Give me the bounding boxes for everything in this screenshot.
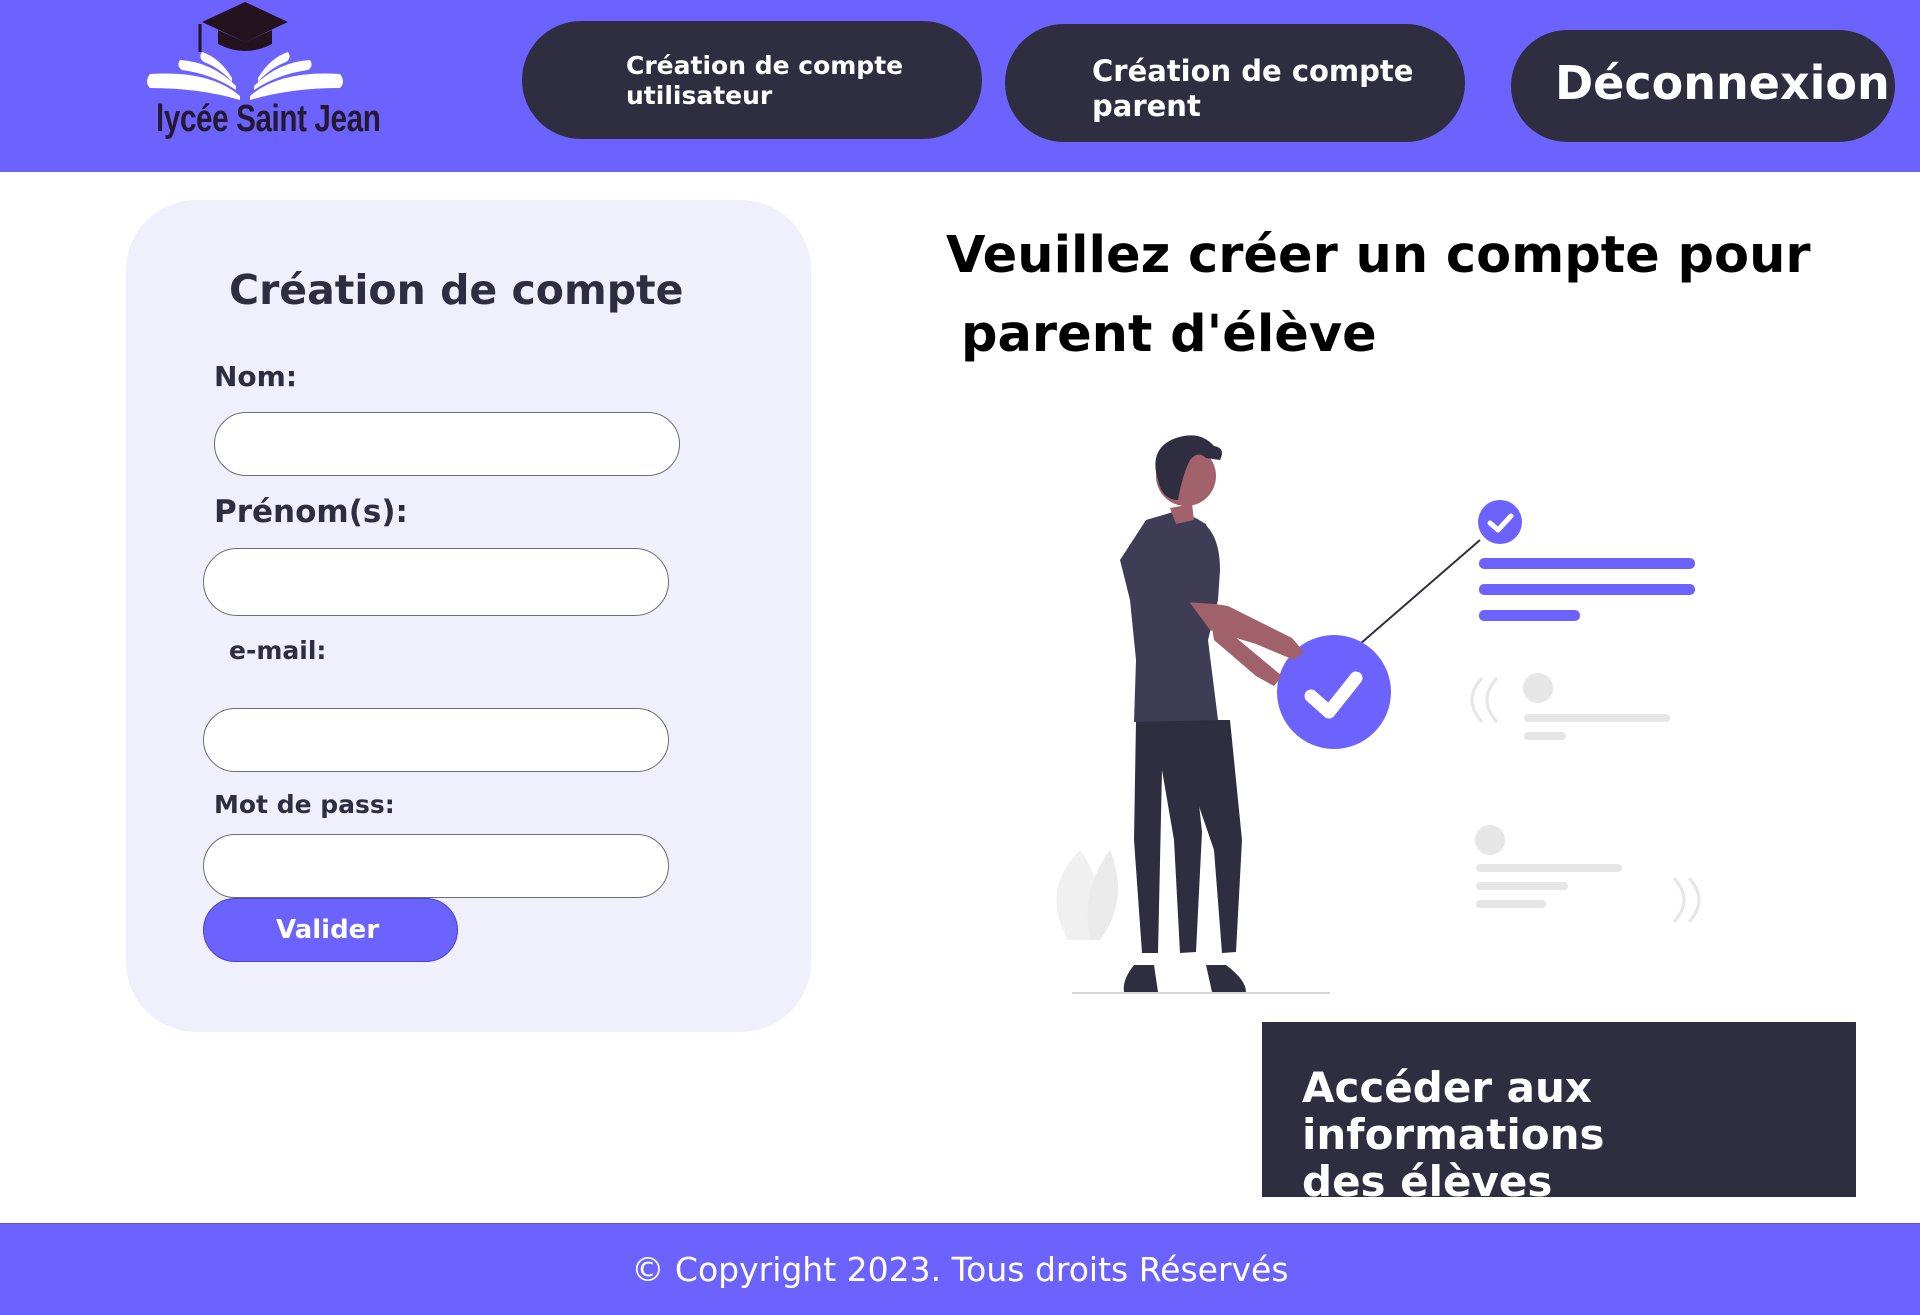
footer: © Copyright 2023. Tous droits Réservés [0,1223,1920,1315]
logo-text: lycée Saint Jean [156,98,381,140]
create-user-account-button[interactable]: Création de compte utilisateur [522,21,982,139]
validate-label: Valider [276,915,380,945]
copyright-text: © Copyright 2023. Tous droits Réservés [631,1250,1289,1289]
password-input[interactable] [203,834,669,898]
access-student-info-label: Accéder aux informations des élèves [1302,1063,1605,1206]
nom-label: Nom: [214,360,298,393]
logout-label: Déconnexion [1555,56,1890,110]
password-label: Mot de pass: [214,790,395,819]
prenom-input[interactable] [203,548,669,616]
nom-input[interactable] [214,412,680,476]
page-heading-line-2: parent d'élève [961,305,1377,364]
page-heading-line-1: Veuillez créer un compte pour [946,226,1811,285]
create-parent-account-label: Création de compte parent [1092,54,1414,123]
email-label: e-mail: [229,636,327,665]
check-badge-small [1478,500,1522,544]
form-title: Création de compte [229,266,684,314]
email-input[interactable] [203,708,669,772]
create-parent-account-button[interactable]: Création de compte parent [1005,24,1465,142]
account-confirmation-illustration [1030,420,1730,1000]
account-creation-form: Création de compte Nom: Prénom(s): e-mai… [126,200,811,1032]
top-navbar: lycée Saint Jean Création de compte util… [0,0,1920,172]
validate-button[interactable]: Valider [203,898,458,962]
create-user-account-label: Création de compte utilisateur [626,51,904,110]
logout-button[interactable]: Déconnexion [1511,30,1895,142]
person-figure [1120,435,1304,992]
prenom-label: Prénom(s): [214,494,408,530]
access-student-info-button[interactable]: Accéder aux informations des élèves [1262,1022,1856,1205]
school-logo[interactable]: lycée Saint Jean [140,0,381,160]
